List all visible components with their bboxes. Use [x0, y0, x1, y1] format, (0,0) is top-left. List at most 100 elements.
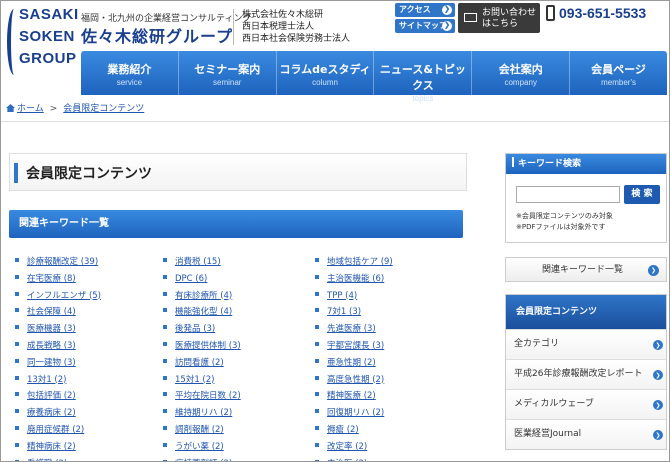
keyword-link[interactable]: 有床診療所 (4) — [175, 291, 232, 301]
bullet-square-icon — [15, 358, 19, 363]
keyword-item: 先進医療 (3) — [315, 323, 393, 340]
keyword-link[interactable]: 主治医 (2) — [327, 459, 367, 461]
member-content-title: 会員限定コンテンツ — [506, 295, 666, 329]
keyword-item: 医療提供体制 (3) — [163, 340, 241, 357]
keyword-link[interactable]: 病棟薬剤師 (2) — [175, 459, 232, 461]
keyword-item: 療養病床 (2) — [15, 407, 101, 424]
keyword-item: DPC (6) — [163, 273, 241, 290]
access-button[interactable]: アクセス ❯ — [395, 3, 455, 17]
nav-item-topics[interactable]: ニュース&トピックス topics — [374, 51, 473, 103]
keyword-link[interactable]: DPC (6) — [175, 274, 207, 284]
keyword-link[interactable]: 医療提供体制 (3) — [175, 341, 241, 351]
nav-item-column[interactable]: コラムdeスタディ column — [277, 51, 375, 95]
sitemap-button[interactable]: サイトマップ ❯ — [395, 19, 455, 33]
contact-button[interactable]: お問い合わせ はこちら — [458, 3, 540, 33]
keyword-link[interactable]: 消費税 (15) — [175, 257, 221, 267]
keyword-link[interactable]: 主治医機能 (6) — [327, 274, 384, 284]
keyword-link[interactable]: 包括評価 (2) — [27, 391, 76, 401]
nav-item-service[interactable]: 業務紹介 service — [81, 51, 179, 95]
keyword-link[interactable]: 精神病床 (2) — [27, 442, 76, 452]
keyword-link[interactable]: 先進医療 (3) — [327, 324, 376, 334]
keyword-link[interactable]: 15対1 (2) — [175, 375, 214, 385]
bullet-square-icon — [163, 341, 167, 346]
keyword-link[interactable]: 成長戦略 (3) — [27, 341, 76, 351]
contact-label: お問い合わせ — [482, 7, 537, 17]
keyword-link[interactable]: 13対1 (2) — [27, 375, 66, 385]
keyword-link[interactable]: 廃用症候群 (2) — [27, 425, 84, 435]
keyword-link[interactable]: 同一建物 (3) — [27, 358, 76, 368]
keyword-link[interactable]: うがい薬 (2) — [175, 442, 224, 452]
bullet-square-icon — [163, 308, 167, 313]
keyword-item: 消費税 (15) — [163, 256, 241, 273]
access-label: アクセス — [399, 5, 431, 14]
bullet-square-icon — [163, 425, 167, 430]
corporation-name: 西日本税理士法人 — [242, 22, 315, 32]
keyword-link[interactable]: 調剤報酬 (2) — [175, 425, 224, 435]
keyword-link[interactable]: 平均在院日数 (2) — [175, 391, 241, 401]
keyword-link[interactable]: 医療機器 (3) — [27, 324, 76, 334]
keyword-item: 調剤報酬 (2) — [163, 424, 241, 441]
logo-line: SASAKI — [19, 6, 79, 23]
nav-sublabel: column — [312, 78, 338, 87]
member-content-item[interactable]: 全カテゴリ ❯ — [506, 329, 666, 359]
bullet-square-icon — [163, 392, 167, 397]
member-content-menu: 会員限定コンテンツ 全カテゴリ ❯ 平成26年診療報酬改定レポート ❯ メディカルウェー… — [505, 294, 667, 450]
keyword-item: 改定率 (2) — [315, 441, 393, 458]
keyword-link[interactable]: インフルエンザ (5) — [27, 291, 101, 301]
keyword-link[interactable]: 改定率 (2) — [327, 442, 367, 452]
breadcrumb-current[interactable]: 会員限定コンテンツ — [63, 104, 144, 114]
keyword-column: 消費税 (15) DPC (6) 有床診療所 (4) 機能強化型 (4) 後発品 (3)… — [163, 256, 241, 461]
bullet-square-icon — [15, 341, 19, 346]
member-content-label: 平成26年診療報酬改定レポート — [514, 369, 643, 379]
member-content-item[interactable]: 医業経営Journal ❯ — [506, 419, 666, 449]
keyword-link[interactable]: 高度急性期 (2) — [327, 375, 384, 385]
main-nav: 業務紹介 service セミナー案内 seminar コラムdeスタディ colum… — [81, 51, 667, 103]
keyword-link[interactable]: 維持期リハ (2) — [175, 408, 232, 418]
nav-label: ニュース&トピックス — [379, 63, 466, 92]
arrow-right-icon: ❯ — [653, 429, 663, 440]
keyword-link[interactable]: 在宅医療 (8) — [27, 274, 76, 284]
nav-sublabel: member's — [601, 78, 636, 87]
keyword-link[interactable]: 褥瘡 (2) — [327, 425, 359, 435]
member-content-item[interactable]: メディカルウェーブ ❯ — [506, 389, 666, 419]
keyword-link[interactable]: 看護職 (2) — [27, 459, 67, 461]
brand-name[interactable]: 佐々木総研グループ — [81, 23, 233, 47]
search-button[interactable]: 検 索 — [624, 185, 660, 204]
keyword-link[interactable]: 社会保障 (4) — [27, 307, 76, 317]
nav-label: 会社案内 — [498, 63, 543, 76]
keyword-link[interactable]: 亜急性期 (2) — [327, 358, 376, 368]
keyword-item: 回復期リハ (2) — [315, 407, 393, 424]
keyword-link[interactable]: 地域包括ケア (9) — [327, 257, 393, 267]
keyword-item: 有床診療所 (4) — [163, 290, 241, 307]
keyword-link[interactable]: TPP (4) — [327, 291, 357, 301]
keyword-item: 褥瘡 (2) — [315, 424, 393, 441]
nav-item-member[interactable]: 会員ページ member's — [570, 51, 667, 95]
logo[interactable]: SASAKI SOKEN GROUP — [7, 3, 78, 79]
bullet-square-icon — [15, 409, 19, 414]
arrow-right-icon: ❯ — [653, 399, 663, 410]
page-title: 会員限定コンテンツ — [26, 166, 152, 182]
keyword-link[interactable]: 回復期リハ (2) — [327, 408, 384, 418]
keyword-link[interactable]: 後発品 (3) — [175, 324, 215, 334]
keyword-link[interactable]: 精神医療 (2) — [327, 391, 376, 401]
keyword-list-button[interactable]: 関連キーワード一覧 ❯ — [505, 257, 667, 282]
keyword-search-label: キーワード検索 — [518, 159, 582, 169]
keyword-link[interactable]: 7対1 (3) — [327, 307, 361, 317]
keyword-link[interactable]: 診療報酬改定 (39) — [27, 257, 98, 267]
keyword-link[interactable]: 療養病床 (2) — [27, 408, 76, 418]
keyword-link[interactable]: 機能強化型 (4) — [175, 307, 232, 317]
nav-item-company[interactable]: 会社案内 company — [472, 51, 571, 95]
arrow-right-icon: ❯ — [653, 339, 663, 350]
keyword-link[interactable]: 宇都宮課長 (3) — [327, 341, 384, 351]
keyword-link[interactable]: 訪問看護 (2) — [175, 358, 224, 368]
search-input[interactable] — [516, 186, 620, 203]
nav-item-seminar[interactable]: セミナー案内 seminar — [179, 51, 277, 95]
keyword-item: 病棟薬剤師 (2) — [163, 458, 241, 461]
bullet-square-icon — [163, 258, 167, 262]
member-content-item[interactable]: 平成26年診療報酬改定レポート ❯ — [506, 359, 666, 389]
member-content-label: メディカルウェーブ — [514, 399, 594, 409]
breadcrumb-home[interactable]: ホーム — [17, 104, 44, 114]
member-content-items: 全カテゴリ ❯ 平成26年診療報酬改定レポート ❯ メディカルウェーブ ❯ 医業経営Jour… — [506, 329, 666, 449]
keyword-item: 医療機器 (3) — [15, 323, 101, 340]
phone-text: 093-651-5533 — [559, 5, 647, 21]
